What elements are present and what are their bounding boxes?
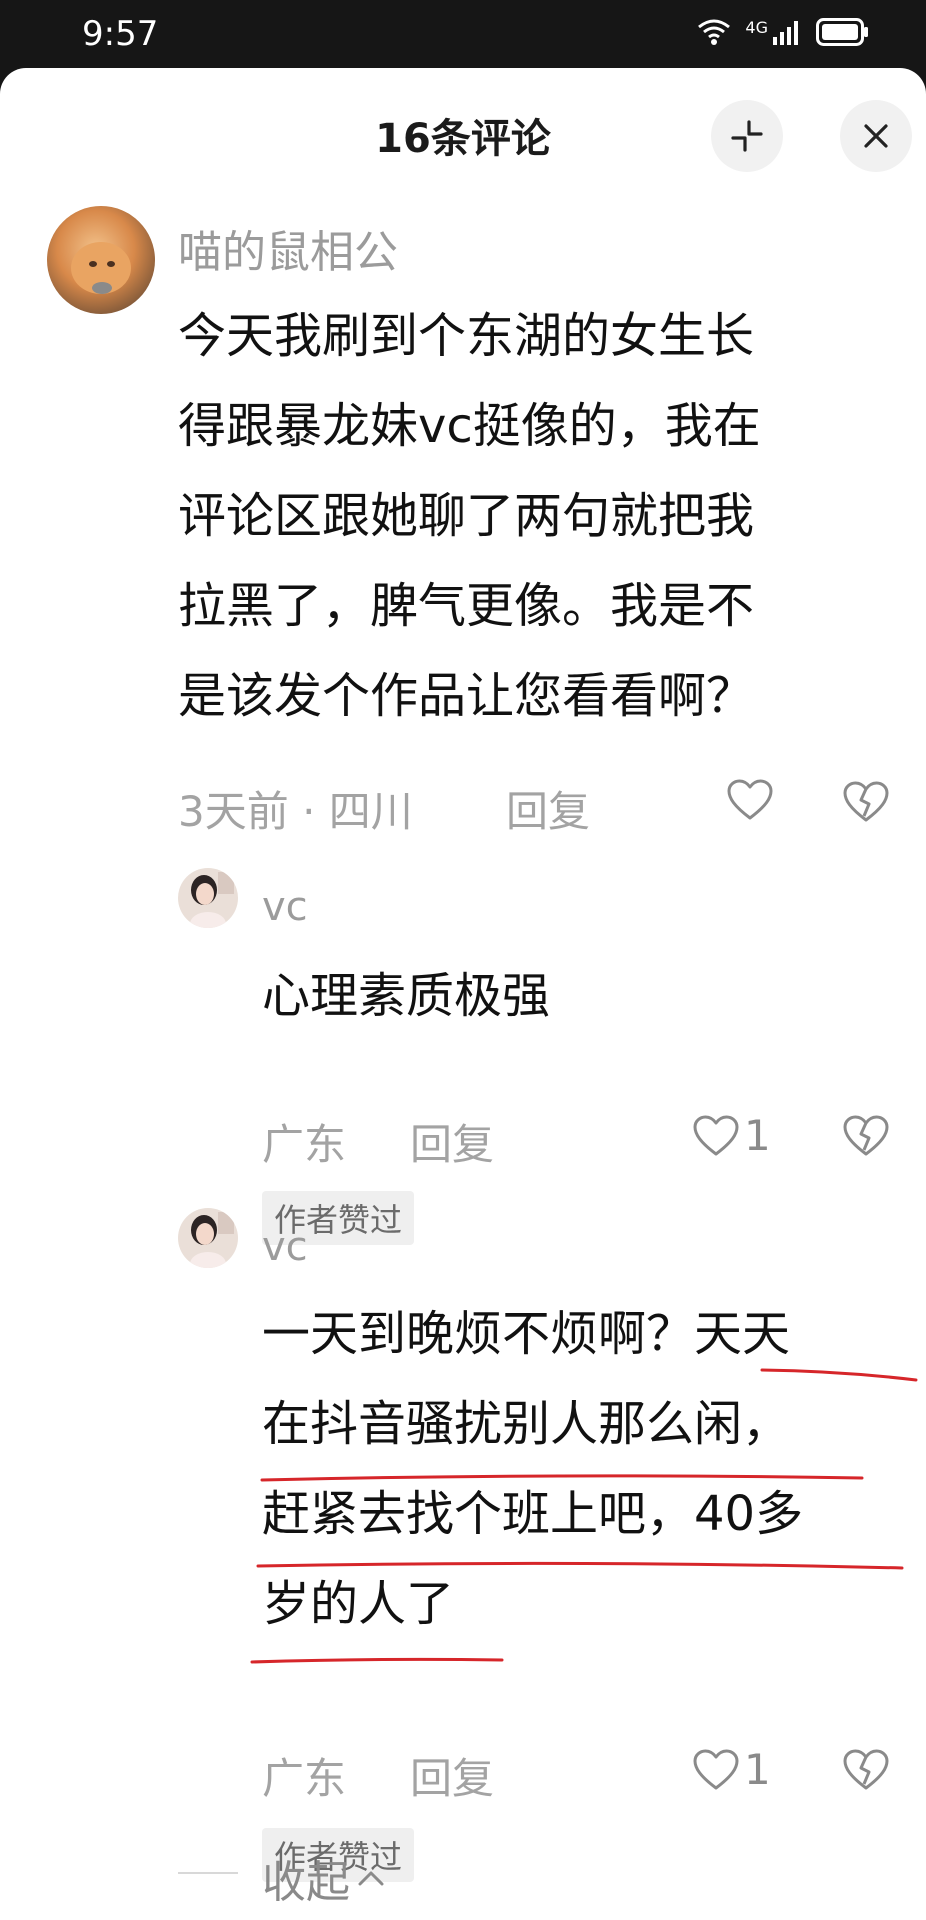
collapse-replies-button[interactable]: 收起 xyxy=(262,1846,386,1910)
dislike-button[interactable] xyxy=(842,1748,890,1796)
collapse-divider xyxy=(178,1872,238,1874)
status-icons: 4G xyxy=(697,18,870,46)
comment-sheet: 16条评论 喵的鼠相公 今天我刷到个东湖的女生长 得跟暴龙妹vc挺像的，我在 评… xyxy=(0,68,926,1920)
heart-icon xyxy=(693,1749,739,1789)
reply-location: 广东 xyxy=(262,1754,347,1803)
wifi-icon xyxy=(698,19,731,45)
like-button[interactable]: 1 xyxy=(692,1745,771,1794)
status-bar: 9:57 4G xyxy=(0,0,926,70)
battery-icon xyxy=(816,18,868,46)
like-count: 1 xyxy=(744,1745,771,1794)
reply-button[interactable]: 回复 xyxy=(410,1745,494,1806)
chevron-up-icon xyxy=(358,1871,384,1886)
status-time: 9:57 xyxy=(82,14,159,54)
collapse-label: 收起 xyxy=(262,1857,350,1908)
network-type: 4G xyxy=(745,17,768,37)
red-underline-annotation xyxy=(250,1368,918,1664)
broken-heart-icon xyxy=(843,1749,889,1790)
signal-icon xyxy=(773,21,798,45)
